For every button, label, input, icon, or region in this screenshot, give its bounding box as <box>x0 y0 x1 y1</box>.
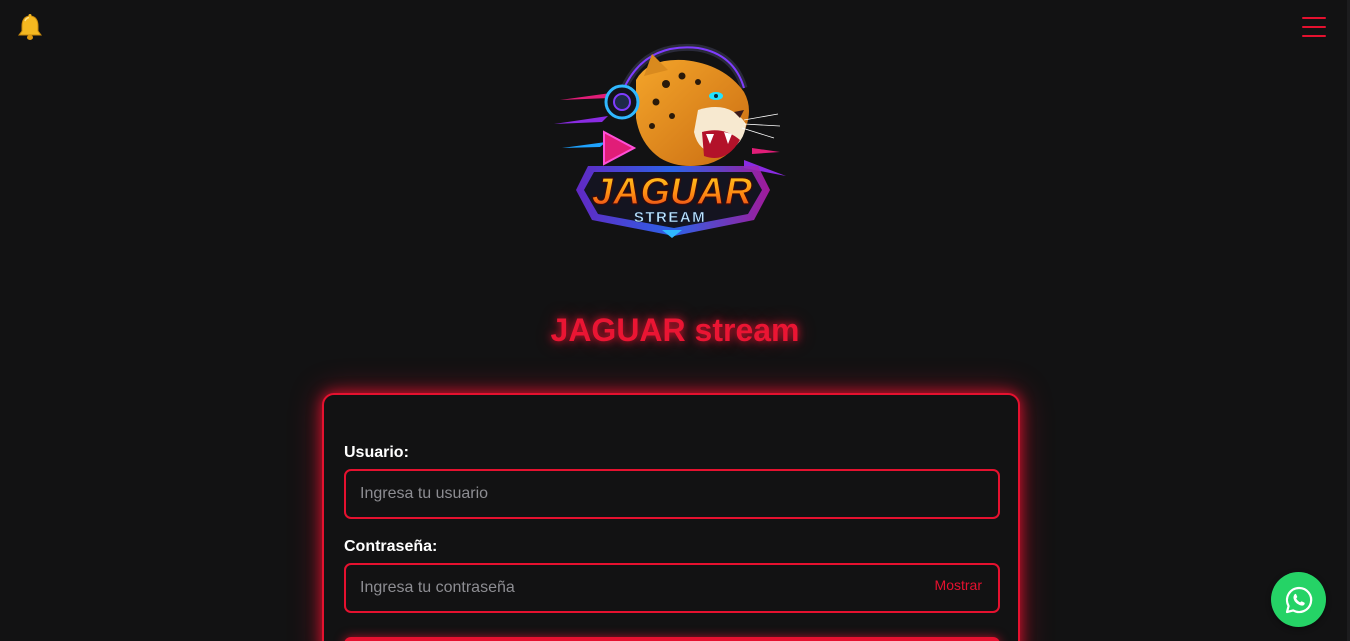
login-submit-button[interactable] <box>344 637 1000 641</box>
username-label: Usuario: <box>344 444 409 461</box>
bell-icon[interactable] <box>14 12 46 44</box>
username-input[interactable] <box>344 469 1000 519</box>
jaguar-stream-logo: JAGUAR STREAM <box>548 40 794 244</box>
menu-line <box>1302 26 1326 28</box>
menu-line <box>1302 35 1326 37</box>
password-input[interactable] <box>344 563 1000 613</box>
logo-wordmark-top: JAGUAR <box>592 171 753 213</box>
hamburger-menu-icon[interactable] <box>1302 14 1326 40</box>
brand-title: JAGUAR stream <box>550 312 800 348</box>
password-label: Contraseña: <box>344 538 438 555</box>
logo-wordmark-bottom: STREAM <box>634 209 706 226</box>
show-password-button[interactable]: Mostrar <box>935 577 982 593</box>
whatsapp-icon <box>1285 586 1312 613</box>
page: JAGUAR STREAM JAGUAR stream Usuario: Con… <box>0 0 1350 641</box>
login-card: Usuario: Contraseña: Mostrar <box>322 393 1020 641</box>
whatsapp-button[interactable] <box>1271 572 1326 627</box>
menu-line <box>1302 17 1326 19</box>
